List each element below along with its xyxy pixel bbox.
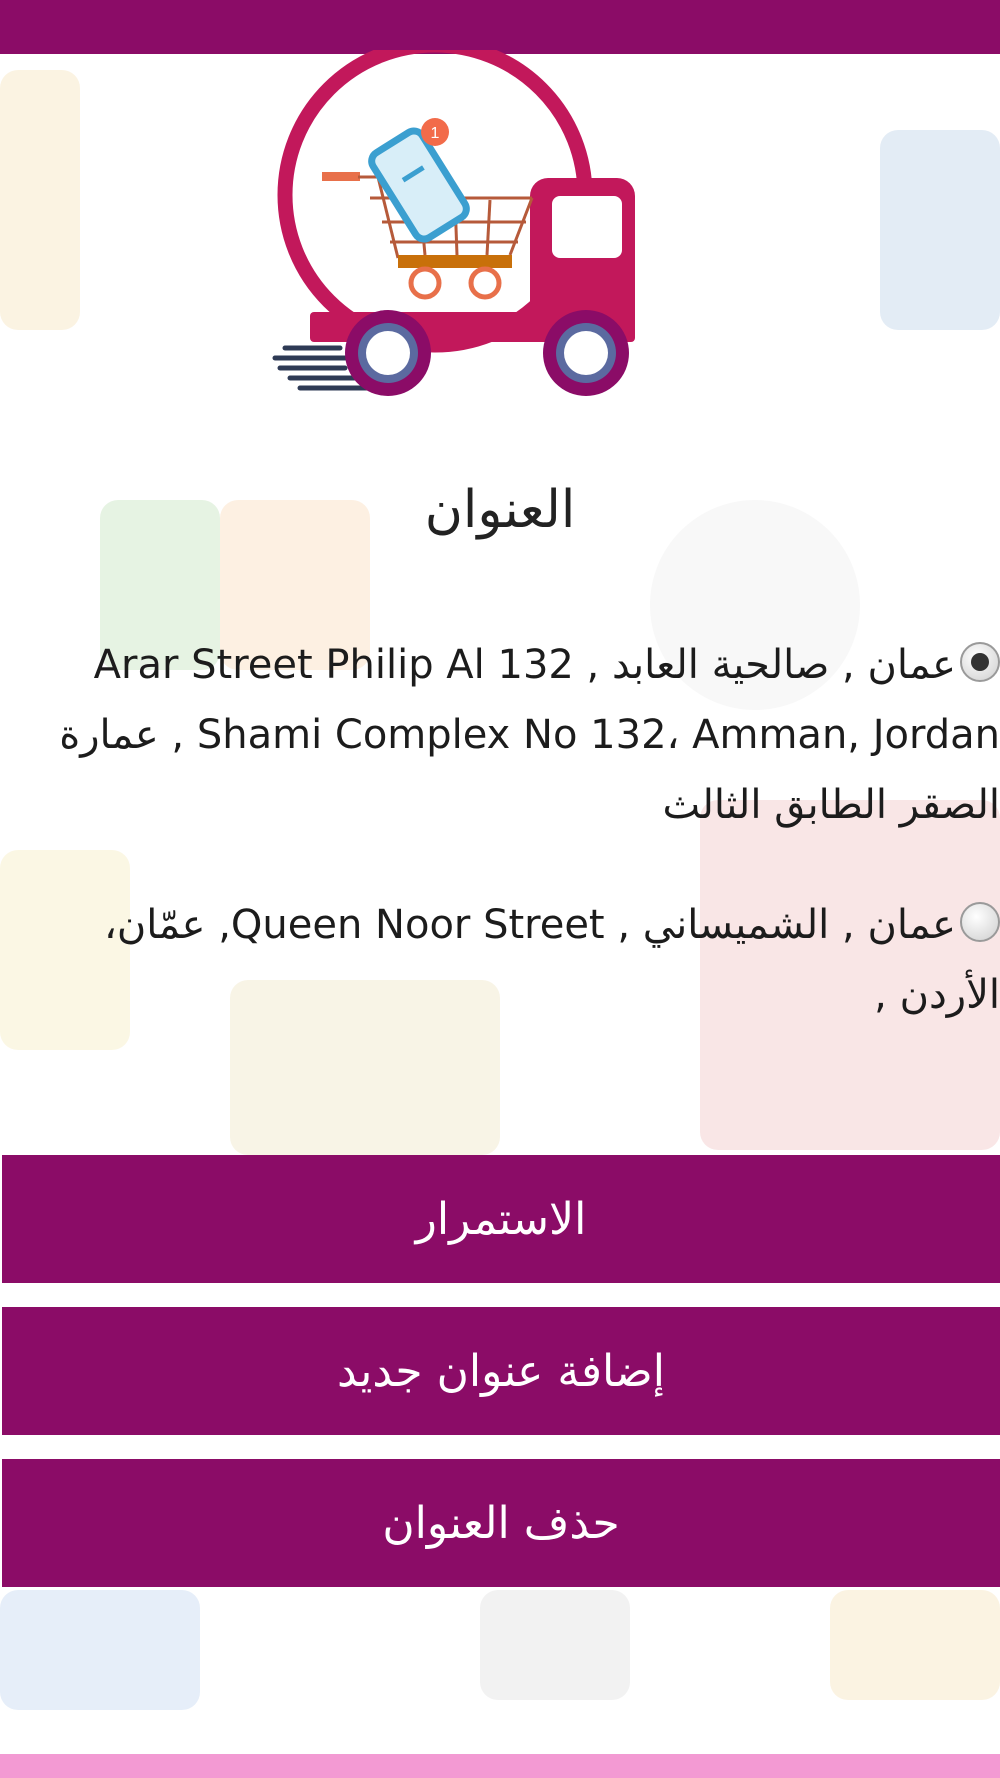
delete-address-button[interactable]: حذف العنوان	[2, 1459, 1000, 1587]
background-product-image	[0, 1590, 200, 1710]
address-radio[interactable]	[960, 902, 1000, 942]
notification-badge: 1	[421, 118, 449, 146]
top-status-bar	[0, 0, 1000, 54]
add-address-button[interactable]: إضافة عنوان جديد	[2, 1307, 1000, 1435]
address-option-2[interactable]: عمان , الشميساني , Queen Noor Street, عم…	[30, 890, 1000, 1030]
background-product-image	[480, 1590, 630, 1700]
background-product-image	[880, 130, 1000, 330]
phone-icon	[368, 127, 470, 243]
address-text: عمان , الشميساني , Queen Noor Street, عم…	[104, 902, 1000, 1018]
add-address-button-label: إضافة عنوان جديد	[336, 1345, 666, 1397]
background-product-image	[830, 1590, 1000, 1700]
delete-address-button-label: حذف العنوان	[382, 1497, 620, 1549]
bottom-bar	[0, 1754, 1000, 1778]
address-option-1[interactable]: عمان , صالحية العابد , Arar Street Phili…	[30, 630, 1000, 840]
badge-count: 1	[431, 125, 440, 142]
address-radio-selected[interactable]	[960, 642, 1000, 682]
continue-button-label: الاستمرار	[415, 1193, 587, 1245]
delivery-truck-logo: 1	[272, 50, 635, 396]
background-product-image	[0, 70, 80, 330]
continue-button[interactable]: الاستمرار	[2, 1155, 1000, 1283]
page-title: العنوان	[424, 480, 576, 540]
address-text: عمان , صالحية العابد , Arar Street Phili…	[59, 642, 1000, 828]
